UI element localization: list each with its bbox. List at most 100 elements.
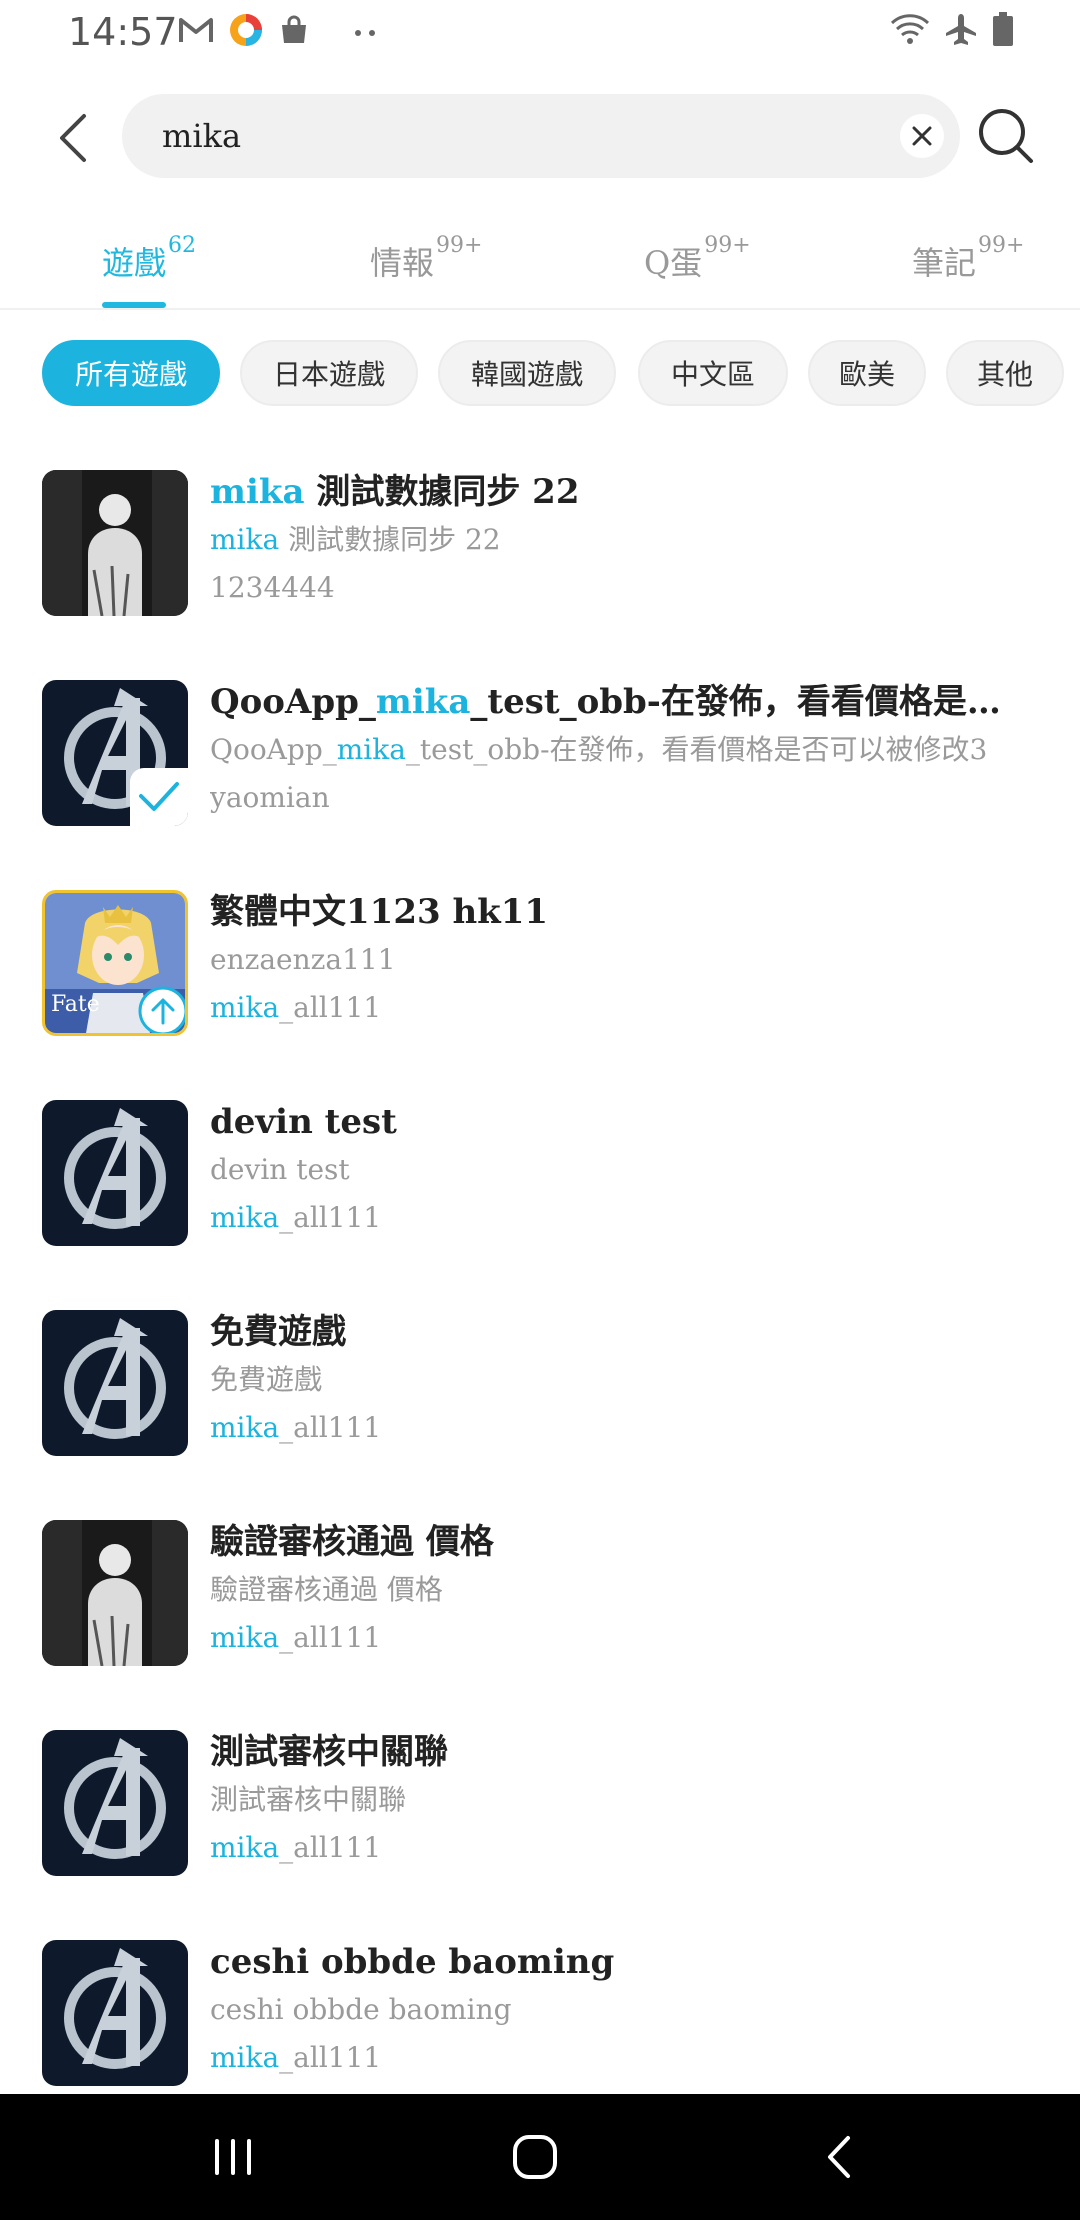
item-subtitle: mika 測試數據同步 22 — [210, 523, 501, 556]
battery-icon — [992, 12, 1014, 50]
item-texts: 免費遊戲 免費遊戲 mika_all111 — [210, 1308, 1030, 1452]
recent-apps-button[interactable] — [198, 2124, 268, 2190]
tab-label: 遊戲 — [102, 244, 167, 282]
status-system-icons — [890, 12, 1014, 50]
tab-notes[interactable]: 筆記99+ — [912, 233, 1024, 284]
item-developer: mika_all111 — [210, 1621, 382, 1654]
filter-chip-japan[interactable]: 日本遊戲 — [240, 340, 418, 406]
item-title: mika 測試數據同步 22 — [210, 472, 580, 512]
tab-count: 99+ — [436, 233, 483, 259]
tab-q-eggs[interactable]: Q蛋99+ — [644, 233, 751, 284]
tab-label: 情報 — [370, 244, 435, 282]
item-title: 測試審核中關聯 — [210, 1732, 448, 1772]
item-texts: ceshi obbde baoming ceshi obbde baoming … — [210, 1938, 1030, 2082]
item-subtitle: 測試審核中關聯 — [210, 1783, 407, 1816]
back-arrow-icon — [828, 2136, 850, 2178]
item-title: 免費遊戲 — [210, 1312, 346, 1352]
svg-text:Fate: Fate — [51, 992, 100, 1017]
filter-chip-korea[interactable]: 韓國遊戲 — [438, 340, 616, 406]
item-title: ceshi obbde baoming — [210, 1942, 615, 1982]
tab-games[interactable]: 遊戲62 — [102, 233, 196, 284]
item-subtitle: 免費遊戲 — [210, 1363, 323, 1396]
list-item[interactable]: 免費遊戲 免費遊戲 mika_all111 — [0, 1308, 1080, 1458]
list-item[interactable]: mika 測試數據同步 22 mika 測試數據同步 22 1234444 — [0, 468, 1080, 618]
filter-chip-chinese[interactable]: 中文區 — [638, 340, 788, 406]
item-subtitle: 驗證審核通過 價格 — [210, 1573, 443, 1606]
result-tabs: 遊戲62 情報99+ Q蛋99+ 筆記99+ — [0, 210, 1080, 310]
item-title: 繁體中文1123 hk11 — [210, 892, 549, 932]
filter-chip-all[interactable]: 所有遊戲 — [42, 340, 220, 406]
search-input[interactable] — [162, 94, 802, 178]
list-item[interactable]: 驗證審核通過 價格 驗證審核通過 價格 mika_all111 — [0, 1518, 1080, 1668]
upload-arrow-icon — [138, 986, 185, 1033]
recent-apps-icon — [215, 2139, 251, 2175]
avengers-logo-icon — [42, 1940, 188, 2086]
game-thumbnail — [42, 1520, 188, 1666]
avengers-logo-icon — [42, 1730, 188, 1876]
airplane-icon — [944, 12, 978, 50]
chevron-left-icon — [60, 114, 86, 162]
filter-chips: 所有遊戲 日本遊戲 韓國遊戲 中文區 歐美 其他 — [0, 340, 1080, 408]
qooapp-icon — [228, 12, 264, 52]
list-item[interactable]: ceshi obbde baoming ceshi obbde baoming … — [0, 1938, 1080, 2088]
tab-label: Q蛋 — [644, 244, 703, 282]
close-icon — [912, 126, 932, 146]
status-notification-icons — [178, 12, 378, 52]
item-texts: QooApp_mika_test_obb-在發佈，看看價格是否可.. QooAp… — [210, 678, 1030, 822]
update-badge[interactable] — [137, 985, 185, 1033]
item-developer: mika_all111 — [210, 1411, 382, 1444]
clear-search-button[interactable] — [900, 114, 944, 158]
search-box — [122, 94, 960, 178]
item-texts: mika 測試數據同步 22 mika 測試數據同步 22 1234444 — [210, 468, 1030, 612]
system-nav-bar — [0, 2094, 1080, 2220]
tab-label: 筆記 — [912, 244, 977, 282]
check-icon — [139, 782, 179, 811]
wifi-icon — [890, 12, 930, 50]
item-texts: 測試審核中關聯 測試審核中關聯 mika_all111 — [210, 1728, 1030, 1872]
item-texts: 驗證審核通過 價格 驗證審核通過 價格 mika_all111 — [210, 1518, 1030, 1662]
filter-chip-western[interactable]: 歐美 — [808, 340, 926, 406]
home-button[interactable] — [500, 2124, 570, 2190]
game-thumbnail — [42, 470, 188, 616]
item-developer: yaomian — [210, 781, 330, 814]
avengers-logo-icon — [42, 1310, 188, 1456]
installed-badge — [130, 768, 188, 826]
tab-count: 99+ — [978, 233, 1025, 259]
list-item[interactable]: 測試審核中關聯 測試審核中關聯 mika_all111 — [0, 1728, 1080, 1878]
status-time: 14:57 — [68, 10, 178, 54]
item-developer: mika_all111 — [210, 1831, 382, 1864]
tab-news[interactable]: 情報99+ — [370, 233, 482, 284]
home-icon — [513, 2135, 557, 2179]
silhouette-icon — [42, 1520, 188, 1666]
list-item[interactable]: Fate 繁體中文1123 hk11 enzaenza111 mika_all1… — [0, 888, 1080, 1038]
search-header — [0, 64, 1080, 210]
more-dots-icon — [354, 23, 378, 42]
item-title: 驗證審核通過 價格 — [210, 1522, 494, 1562]
item-developer: 1234444 — [210, 571, 335, 604]
item-texts: devin test devin test mika_all111 — [210, 1098, 1030, 1242]
list-item[interactable]: QooApp_mika_test_obb-在發佈，看看價格是否可.. QooAp… — [0, 678, 1080, 828]
game-thumbnail — [42, 1310, 188, 1456]
filter-chip-other[interactable]: 其他 — [946, 340, 1064, 406]
game-thumbnail — [42, 1730, 188, 1876]
item-developer: mika_all111 — [210, 1201, 382, 1234]
game-thumbnail — [42, 1100, 188, 1246]
active-tab-indicator — [102, 302, 166, 308]
bag-icon — [278, 14, 310, 50]
silhouette-icon — [42, 470, 188, 616]
tab-count: 99+ — [704, 233, 751, 259]
back-button[interactable] — [44, 106, 100, 170]
item-developer: mika_all111 — [210, 2041, 382, 2074]
game-thumbnail: Fate — [42, 890, 188, 1036]
avengers-logo-icon — [42, 1100, 188, 1246]
item-title: QooApp_mika_test_obb-在發佈，看看價格是否可.. — [210, 682, 1030, 722]
gmail-icon — [178, 15, 214, 49]
search-button[interactable] — [976, 106, 1040, 170]
list-item[interactable]: devin test devin test mika_all111 — [0, 1098, 1080, 1248]
nav-back-button[interactable] — [804, 2124, 874, 2190]
search-icon — [979, 109, 1033, 163]
search-results-screen: 14:57 mika 遊戲62 情報99+ Q蛋99+ 筆記99+ 所有遊戲 日… — [0, 0, 1080, 2220]
item-texts: 繁體中文1123 hk11 enzaenza111 mika_all111 — [210, 888, 1030, 1032]
game-thumbnail — [42, 1940, 188, 2086]
item-subtitle: enzaenza111 — [210, 943, 396, 976]
